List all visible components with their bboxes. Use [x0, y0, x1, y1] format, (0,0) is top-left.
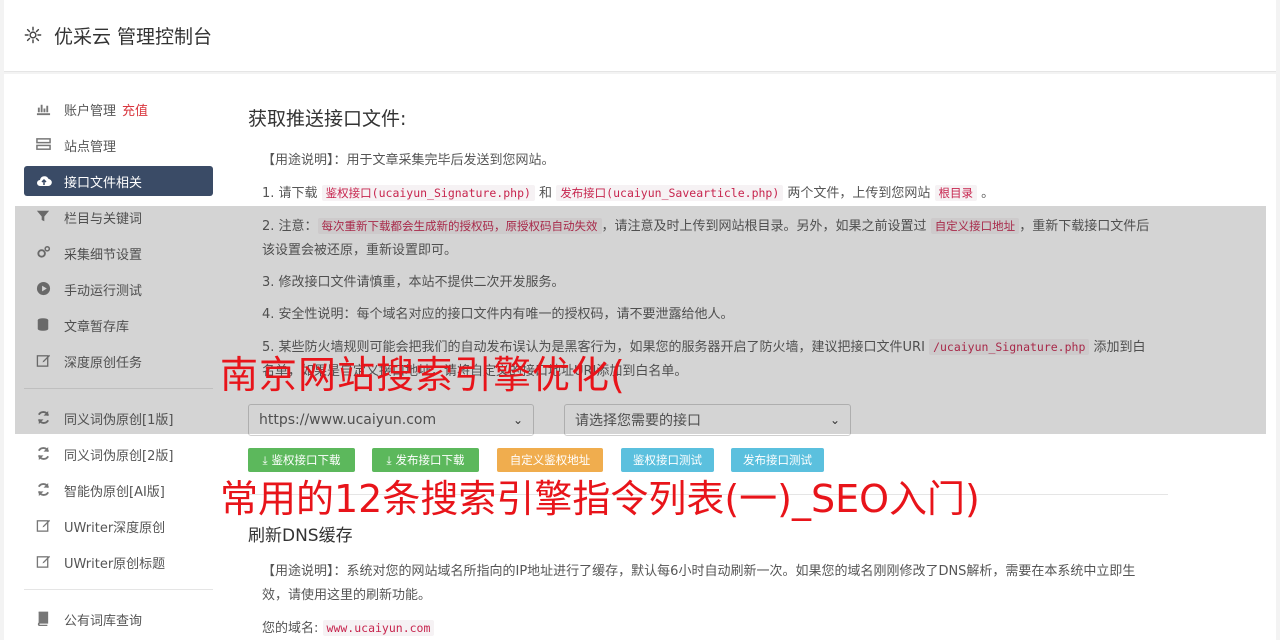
sidebar-item-sites[interactable]: 站点管理: [24, 130, 213, 160]
sidebar-item-manual-run[interactable]: 手动运行测试: [24, 274, 213, 304]
refresh-icon: [36, 410, 52, 426]
filter-icon: [36, 209, 52, 225]
sidebar-item-article-store[interactable]: 文章暂存库: [24, 310, 213, 340]
sidebar-divider: [24, 589, 213, 590]
step-3: 3. 修改接口文件请慎重，本站不提供二次开发服务。: [262, 275, 565, 290]
step-text: 。: [977, 186, 995, 201]
watermark-line-1: 南京网站搜索引擎优化(: [220, 353, 626, 397]
step-text: 两个文件，上传到您网站: [783, 186, 935, 201]
sidebar-item-synonym-v2[interactable]: 同义词伪原创[2版]: [24, 439, 213, 469]
chevron-down-icon: ⌄: [829, 413, 840, 427]
app-title: 优采云 管理控制台: [54, 26, 213, 48]
edit-icon: [36, 518, 52, 534]
site-select[interactable]: https://www.ucaiyun.com ⌄: [248, 404, 534, 436]
step-text: 和: [534, 186, 557, 201]
api-select[interactable]: 请选择您需要的接口 ⌄: [564, 404, 851, 436]
sidebar-item-label: 手动运行测试: [64, 283, 143, 299]
cogs-icon: [36, 245, 52, 261]
sidebar-item-public-lexicon[interactable]: 公有词库查询: [24, 604, 213, 634]
select-row: https://www.ucaiyun.com ⌄ 请选择您需要的接口 ⌄: [248, 404, 1158, 436]
step-text: 2. 注意：: [262, 219, 318, 234]
cloud-upload-icon: [36, 173, 52, 189]
edit-icon: [36, 353, 52, 369]
sidebar-item-label: 深度原创任务: [64, 355, 143, 371]
sidebar-item-collect-settings[interactable]: 采集细节设置: [24, 238, 213, 268]
play-circle-icon: [36, 281, 52, 297]
book-icon: [36, 611, 52, 627]
button-label: 鉴权接口测试: [633, 453, 702, 467]
step-4: 4. 安全性说明：每个域名对应的接口文件内有唯一的授权码，请不要泄露给他人。: [262, 307, 734, 322]
sidebar-item-label: 公有词库查询: [64, 613, 143, 629]
sidebar-item-label: 智能伪原创[AI版]: [64, 484, 165, 500]
sidebar-item-account[interactable]: 账户管理 充值: [24, 94, 213, 124]
sidebar-item-label: 采集细节设置: [64, 247, 143, 263]
sidebar-item-label: 文章暂存库: [64, 319, 130, 335]
step-2: 2. 注意： 每次重新下载都会生成新的授权码，原授权码自动失效 ，请注意及时上传到网…: [262, 214, 1158, 263]
chevron-down-icon: ⌄: [512, 413, 523, 427]
step-text: ，请注意及时上传到网站根目录。另外，如果之前设置过: [601, 219, 931, 234]
sidebar-item-api-files[interactable]: 接口文件相关: [24, 166, 213, 196]
sidebar-item-label: 接口文件相关: [64, 175, 143, 191]
sidebar-item-ai-original[interactable]: 智能伪原创[AI版]: [24, 475, 213, 505]
refresh-icon: [36, 446, 52, 462]
download-icon: ⤓: [262, 452, 268, 467]
code-custom-url: 自定义接口地址: [930, 218, 1020, 234]
sidebar: 账户管理 充值 站点管理 接口文件相关 栏目与关键词 采集细节设置 手动运行测试…: [24, 94, 213, 640]
sidebar-item-label: 站点管理: [64, 139, 117, 155]
site-select-value: https://www.ucaiyun.com: [259, 412, 437, 428]
sidebar-item-label: UWriter原创标题: [64, 556, 166, 572]
code-savearticle: 发布接口(ucaiyun_Savearticle.php): [556, 185, 784, 201]
sidebar-item-deep-original[interactable]: 深度原创任务: [24, 346, 213, 376]
api-select-value: 请选择您需要的接口: [575, 413, 701, 429]
main-panel: 账户管理 充值 站点管理 接口文件相关 栏目与关键词 采集细节设置 手动运行测试…: [4, 74, 1276, 640]
bar-chart-icon: [36, 101, 52, 117]
usage-note: 【用途说明】：用于文章采集完毕后发送到您网站。: [262, 153, 555, 168]
sidebar-item-uwriter-title[interactable]: UWriter原创标题: [24, 547, 213, 577]
server-icon: [36, 137, 52, 153]
download-icon: ⤓: [386, 452, 392, 467]
sidebar-item-label: 同义词伪原创[1版]: [64, 412, 174, 428]
button-label: 自定义鉴权地址: [509, 453, 591, 467]
sidebar-item-label: 同义词伪原创[2版]: [64, 448, 174, 464]
dns-section-title: 刷新DNS缓存: [248, 526, 353, 546]
sidebar-item-synonym-v1[interactable]: 同义词伪原创[1版]: [24, 403, 213, 433]
code-auth-warning: 每次重新下载都会生成新的授权码，原授权码自动失效: [317, 218, 602, 234]
sidebar-divider: [24, 388, 213, 389]
database-icon: [36, 317, 52, 333]
step-text: 1. 请下载: [262, 186, 322, 201]
watermark-line-2: 常用的12条搜索引擎指令列表(一)_SEO入门): [220, 477, 980, 521]
sidebar-item-columns-keywords[interactable]: 栏目与关键词: [24, 202, 213, 232]
edit-icon: [36, 554, 52, 570]
page-title: 获取推送接口文件:: [248, 108, 407, 130]
sidebar-item-label: 栏目与关键词: [64, 211, 143, 227]
domain-value: www.ucaiyun.com: [322, 620, 435, 636]
code-signature-uri: /ucaiyun_Signature.php: [929, 339, 1090, 355]
code-signature: 鉴权接口(ucaiyun_Signature.php): [321, 185, 535, 201]
top-header: 优采云 管理控制台: [4, 0, 1276, 72]
sidebar-item-uwriter-deep[interactable]: UWriter深度原创: [24, 511, 213, 541]
button-label: 发布接口测试: [743, 453, 812, 467]
sidebar-item-label: UWriter深度原创: [64, 520, 166, 536]
code-root-dir: 根目录: [934, 185, 978, 201]
button-label: 发布接口下载: [395, 453, 465, 467]
refresh-icon: [36, 482, 52, 498]
sidebar-item-label: 账户管理: [64, 103, 117, 119]
recharge-link[interactable]: 充值: [122, 100, 148, 119]
dns-usage-note: 【用途说明】：系统对您的网站域名所指向的IP地址进行了缓存，默认每6小时自动刷新…: [262, 564, 1136, 603]
step-1: 1. 请下载 鉴权接口(ucaiyun_Signature.php) 和 发布接…: [262, 181, 1158, 206]
domain-label: 您的域名:: [262, 621, 319, 636]
button-label: 鉴权接口下载: [271, 453, 341, 467]
domain-row: 您的域名: www.ucaiyun.com: [262, 616, 1158, 640]
gear-icon: [24, 26, 44, 46]
